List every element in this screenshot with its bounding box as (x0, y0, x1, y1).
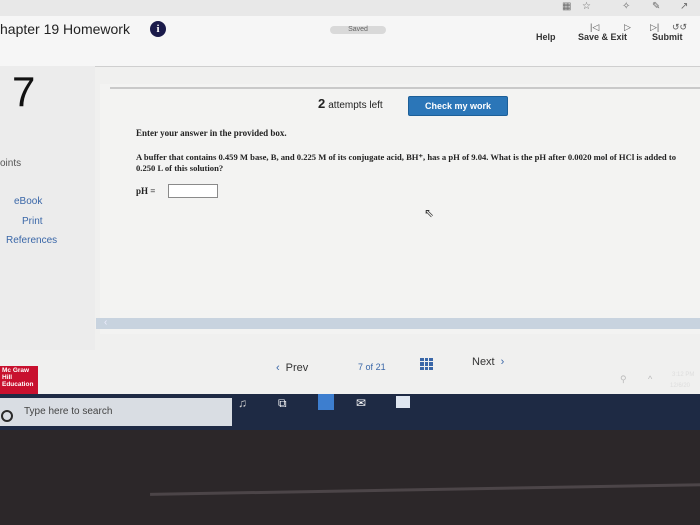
microphone-icon[interactable]: ♫ (238, 396, 247, 410)
laptop-bezel (0, 430, 700, 525)
next-label: Next (472, 356, 495, 368)
instruction-text: Enter your answer in the provided box. (136, 128, 287, 138)
save-exit-button[interactable]: Save & Exit (578, 32, 627, 42)
print-link[interactable]: Print (22, 216, 43, 227)
scroll-left-icon[interactable]: ‹ (104, 317, 107, 328)
store-icon[interactable] (396, 396, 410, 408)
prev-button[interactable]: ‹ Prev (276, 362, 308, 374)
references-link[interactable]: References (6, 235, 57, 246)
pin-icon[interactable]: ✧ (622, 1, 630, 12)
question-number: 7 (12, 68, 36, 115)
grid-icon[interactable]: ▦ (562, 1, 571, 12)
question-grid-icon[interactable] (420, 358, 433, 370)
ph-label: pH = (136, 186, 156, 196)
divider (110, 87, 700, 89)
pen-icon[interactable]: ✎ (652, 1, 660, 12)
question-text: A buffer that contains 0.459 M base, B, … (136, 152, 676, 173)
publisher-logo: Mc Graw Hill Education (0, 366, 38, 394)
question-panel (100, 84, 700, 334)
chevron-left-icon: ‹ (276, 362, 280, 374)
star-icon[interactable]: ☆ (582, 1, 591, 12)
current-page: 7 (358, 362, 364, 372)
help-button[interactable]: Help (536, 32, 556, 42)
edge-browser-icon[interactable] (318, 394, 334, 410)
check-my-work-button[interactable]: Check my work (408, 96, 508, 116)
next-button[interactable]: Next › (472, 356, 504, 368)
mail-icon[interactable]: ✉ (356, 396, 366, 410)
page-indicator: 7 of 21 (358, 362, 386, 372)
question-navigation (100, 348, 700, 372)
prev-label: Prev (285, 362, 309, 374)
search-placeholder[interactable]: Type here to search (24, 406, 112, 417)
ph-answer-input[interactable] (168, 184, 218, 198)
attempts-left: 2 attempts left (318, 96, 383, 111)
points-label: oints (0, 158, 22, 169)
browser-toolbar: ▦ ☆ ✧ ✎ ↗ (0, 0, 700, 17)
task-view-icon[interactable]: ⧉ (278, 396, 287, 411)
tray-chevron-icon[interactable]: ^ (648, 374, 652, 384)
ebook-link[interactable]: eBook (14, 196, 42, 207)
clock-date[interactable]: 12/6/20 (670, 383, 690, 389)
submit-button[interactable]: Submit (652, 32, 683, 42)
cortana-icon[interactable] (1, 410, 13, 422)
assignment-title: hapter 19 Homework (0, 21, 130, 37)
attempts-text: attempts left (328, 100, 383, 111)
share-icon[interactable]: ↗ (680, 1, 688, 12)
clock-time[interactable]: 3:12 PM (672, 372, 694, 378)
chevron-right-icon: › (500, 356, 505, 368)
total-pages: 21 (375, 362, 386, 372)
people-icon[interactable]: ⚲ (620, 374, 627, 385)
attempts-count: 2 (318, 96, 326, 111)
horizontal-scrollbar[interactable] (96, 318, 700, 329)
mouse-cursor-icon: ⇖ (424, 206, 435, 220)
of-label: of (365, 362, 374, 372)
info-icon[interactable]: i (150, 21, 166, 37)
saved-status: Saved (330, 26, 386, 34)
laptop-screen: ▦ ☆ ✧ ✎ ↗ |◁ ▷ ▷| ↺↺ hapter 19 Homework … (0, 0, 700, 430)
